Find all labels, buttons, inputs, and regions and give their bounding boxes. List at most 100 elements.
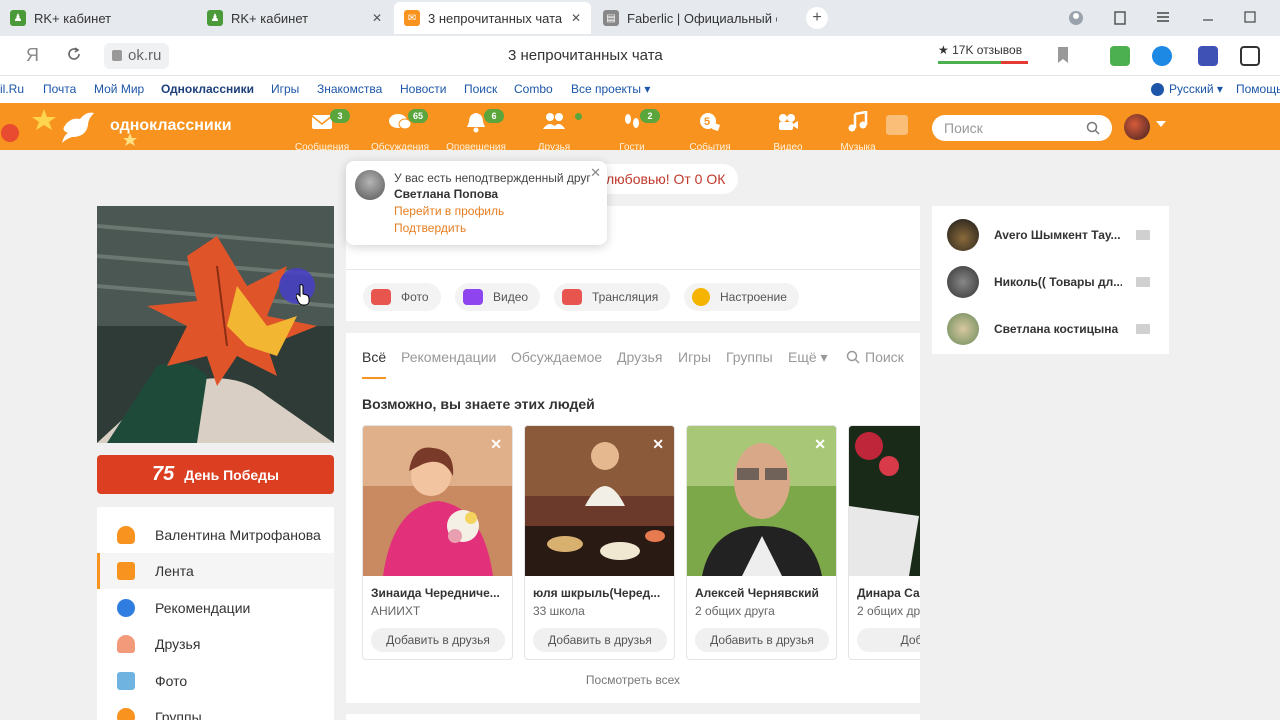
tab-groups[interactable]: Группы (726, 349, 773, 365)
portal-link[interactable]: Поиск (464, 82, 497, 96)
chat-row[interactable]: Николь(( Товары дл... (932, 259, 1169, 305)
profile-icon[interactable] (1068, 10, 1084, 29)
photo-chip[interactable]: Фото (363, 283, 441, 311)
mail-extension-icon[interactable] (1198, 46, 1218, 66)
tab-all[interactable]: Всё (362, 349, 386, 365)
requester-avatar[interactable] (355, 170, 385, 200)
chat-row[interactable]: Avero Шымкент Тау... (932, 212, 1169, 258)
close-tab-icon[interactable]: ✕ (571, 11, 581, 25)
nav-guests[interactable]: Гости 2 (600, 107, 664, 153)
minimize-icon[interactable] (1202, 10, 1214, 27)
menu-item-photo[interactable]: Фото (97, 663, 334, 699)
portal-link[interactable]: Все проекты ▾ (571, 82, 650, 96)
nav-events[interactable]: 5 События (678, 107, 742, 153)
see-all-link[interactable]: Посмотреть всех (346, 673, 920, 687)
search-icon[interactable] (846, 350, 860, 369)
bookmark-icon[interactable] (1056, 46, 1070, 66)
extension-icon[interactable] (1110, 46, 1130, 66)
add-friend-button[interactable]: Добавить в друзья (533, 628, 667, 652)
nav-notifications[interactable]: Оповещения 6 (444, 107, 508, 153)
tab-search[interactable]: Поиск (865, 349, 904, 365)
browser-tab[interactable]: ♟ RK+ кабинет (0, 2, 195, 34)
url-field[interactable]: ok.ru (104, 43, 170, 69)
envelope-icon[interactable] (1136, 277, 1150, 287)
browser-tab[interactable]: ♟ RK+ кабинет ✕ (197, 2, 392, 34)
yandex-logo-icon[interactable]: Я (26, 45, 39, 66)
reviews-badge[interactable]: ★ 17K отзывов (938, 43, 1028, 64)
person-card[interactable]: ✕ юля шкрыль(Черед... 33 школа Добавить … (524, 425, 675, 660)
portal-link[interactable]: Новости (400, 82, 446, 96)
dismiss-icon[interactable]: ✕ (652, 436, 664, 453)
person-name[interactable]: Алексей Чернявский (695, 586, 830, 600)
tab-recommendations[interactable]: Рекомендации (401, 349, 496, 365)
portal-link[interactable]: Знакомства (317, 82, 382, 96)
nav-discussions[interactable]: Обсуждения 65 (368, 107, 432, 153)
user-avatar[interactable] (1124, 114, 1150, 140)
menu-item-profile[interactable]: Валентина Митрофанова (97, 517, 334, 553)
search-placeholder: Поиск (944, 120, 983, 136)
close-tab-icon[interactable]: ✕ (372, 11, 382, 25)
chat-row[interactable]: Светлана костицына (932, 306, 1169, 352)
person-card[interactable]: ✕ Алексей Чернявский 2 общих друга Добав… (686, 425, 837, 660)
portal-link[interactable]: Одноклассники (161, 82, 254, 96)
video-chip[interactable]: Видео (455, 283, 541, 311)
add-friend-button[interactable]: Добавить в друзья (371, 628, 505, 652)
maximize-icon[interactable] (1244, 10, 1256, 27)
dismiss-icon[interactable]: ✕ (490, 436, 502, 453)
language-select[interactable]: Русский ▾ (1169, 82, 1223, 96)
nav-music[interactable]: Музыка (826, 107, 890, 153)
victory-day-button[interactable]: 75 День Победы (97, 455, 334, 494)
portal-link[interactable]: il.Ru (0, 82, 24, 96)
add-friend-button[interactable]: Добавить в друзья (695, 628, 829, 652)
menu-item-feed[interactable]: Лента (97, 553, 334, 589)
person-card[interactable]: Динара Са... 2 общих дру Добавит (848, 425, 920, 660)
portal-link[interactable]: Combo (514, 82, 553, 96)
portal-link[interactable]: Игры (271, 82, 299, 96)
mood-chip[interactable]: Настроение (684, 283, 799, 311)
tab-discussed[interactable]: Обсуждаемое (511, 349, 602, 365)
portal-link[interactable]: Почта (43, 82, 76, 96)
music-play-button[interactable] (886, 115, 908, 135)
requester-name[interactable]: Светлана Попова (394, 187, 498, 201)
tab-more[interactable]: Ещё ▾ (788, 349, 828, 366)
confirm-link[interactable]: Подтвердить (394, 221, 466, 235)
nav-friends[interactable]: Друзья (522, 107, 586, 153)
person-name[interactable]: Зинаида Чередниче... (371, 586, 506, 600)
portal-link[interactable]: Мой Мир (94, 82, 144, 96)
new-tab-button[interactable]: + (806, 7, 828, 29)
menu-item-groups[interactable]: Группы (97, 699, 334, 720)
person-name[interactable]: юля шкрыль(Черед... (533, 586, 668, 600)
menu-item-recommendations[interactable]: Рекомендации (97, 590, 334, 626)
help-link[interactable]: Помощь (1236, 82, 1280, 96)
chevron-down-icon[interactable] (1156, 121, 1166, 127)
add-friend-button[interactable]: Добавит (857, 628, 920, 652)
stream-chip[interactable]: Трансляция (554, 283, 671, 311)
dismiss-icon[interactable]: ✕ (814, 436, 826, 453)
extension-icon[interactable] (1152, 46, 1172, 66)
go-to-profile-link[interactable]: Перейти в профиль (394, 204, 504, 218)
menu-item-friends[interactable]: Друзья (97, 626, 334, 662)
profile-photo[interactable] (97, 206, 334, 443)
tab-friends[interactable]: Друзья (617, 349, 662, 365)
person-card[interactable]: ✕ Зинаида Чередниче... АНИИХТ Добавить в… (362, 425, 513, 660)
ok-search-input[interactable]: Поиск (932, 115, 1112, 141)
nav-messages[interactable]: Сообщения 3 (290, 107, 354, 153)
close-icon[interactable]: ✕ (590, 165, 601, 181)
menu-icon[interactable] (1156, 10, 1170, 27)
chat-extension-icon[interactable] (1240, 46, 1260, 66)
browser-tab-active[interactable]: ✉ 3 непрочитанных чата ✕ (394, 2, 591, 34)
collections-icon[interactable] (1112, 10, 1128, 29)
browser-tab[interactable]: ▤ Faberlic | Официальный с (593, 2, 798, 34)
ok-logo[interactable]: одноклассники (60, 109, 232, 143)
envelope-icon[interactable] (1136, 230, 1150, 240)
person-photo (849, 426, 920, 576)
left-menu: Валентина Митрофанова Лента Рекомендации… (97, 507, 334, 720)
person-sub: 2 общих друга (695, 604, 775, 618)
envelope-icon[interactable] (1136, 324, 1150, 334)
nav-video[interactable]: Видео (756, 107, 820, 153)
tab-games[interactable]: Игры (678, 349, 711, 365)
person-name[interactable]: Динара Са... (857, 586, 920, 600)
online-dot-icon (575, 113, 582, 120)
reload-icon[interactable] (66, 46, 82, 67)
nav-label: Сообщения (294, 142, 350, 153)
